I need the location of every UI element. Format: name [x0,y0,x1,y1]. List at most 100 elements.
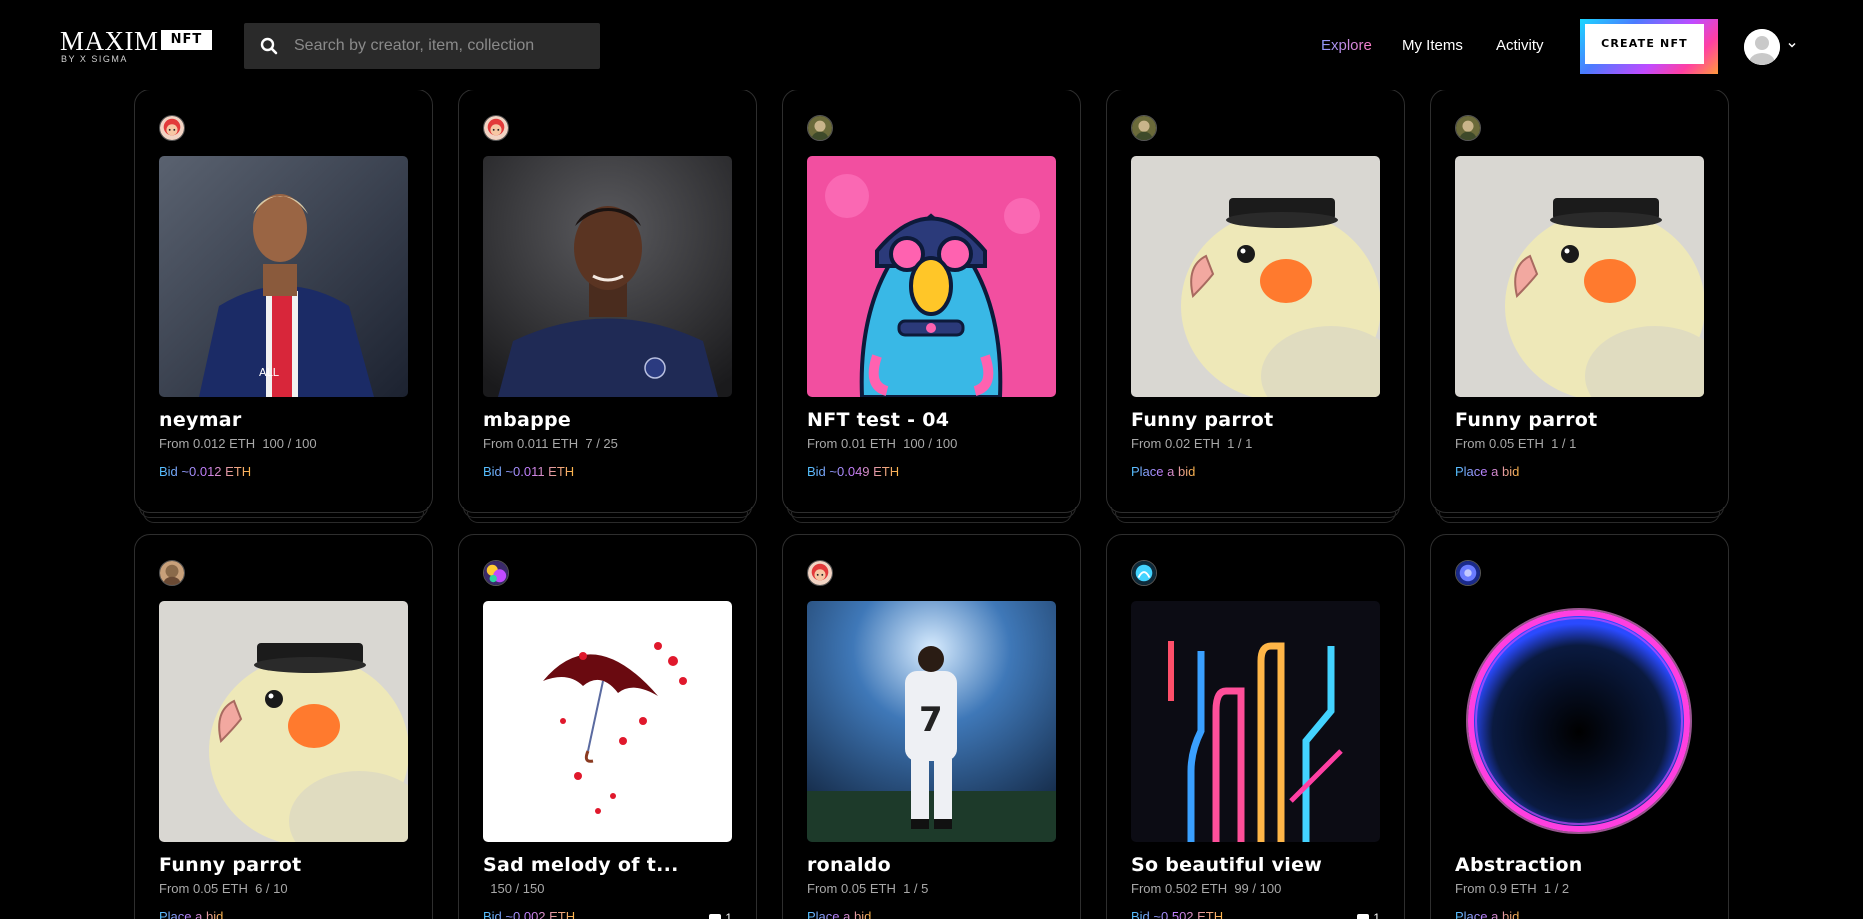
nft-title[interactable]: ronaldo [807,854,1059,876]
nft-title[interactable]: Abstraction [1455,854,1707,876]
nft-price-info: From 0.05 ETH 1 / 5 [807,881,928,896]
nft-editions: 7 / 25 [585,436,618,451]
nft-card[interactable]: Funny parrot From 0.05 ETH 1 / 1 Place a… [1430,89,1729,523]
like-counter[interactable]: 1 [709,911,732,919]
nft-editions: 100 / 100 [262,436,317,451]
nft-price-info: From 0.502 ETH 99 / 100 [1131,881,1281,896]
nft-editions: 1 / 1 [1227,436,1253,451]
logo-wordmark: MAXIM [60,26,159,56]
nft-editions: 99 / 100 [1234,881,1282,896]
creator-avatar[interactable] [483,115,509,141]
nft-title[interactable]: neymar [159,409,411,431]
like-count: 1 [1373,911,1380,919]
creator-avatar[interactable] [1131,115,1157,141]
nft-card[interactable]: So beautiful view From 0.502 ETH 99 / 10… [1106,534,1405,919]
create-nft-button-frame: CREATE NFT [1580,19,1718,74]
nft-editions: 1 / 1 [1551,436,1577,451]
nft-title[interactable]: mbappe [483,409,735,431]
nft-image-neon-circle[interactable] [1455,601,1704,842]
search-icon [260,37,278,55]
nft-card[interactable]: 7 ronaldo From 0.05 ETH 1 / 5 Place a bi… [782,534,1081,919]
nft-card[interactable]: Sad melody of t... 150 / 150 Bid ~0.002 … [458,534,757,919]
nft-editions: 150 / 150 [490,881,545,896]
bid-link[interactable]: Bid ~0.502 ETH [1131,909,1223,919]
like-counter[interactable]: 1 [1357,911,1380,919]
nft-title[interactable]: Funny parrot [1455,409,1707,431]
svg-text:ALL: ALL [259,366,280,379]
nft-image-mbappe[interactable] [483,156,732,397]
create-nft-button[interactable]: CREATE NFT [1585,24,1704,64]
place-bid-link[interactable]: Place a bid [159,909,223,919]
nft-editions: 100 / 100 [903,436,958,451]
bid-link[interactable]: Bid ~0.002 ETH [483,909,575,919]
place-bid-link[interactable]: Place a bid [1455,909,1519,919]
nft-price-info: From 0.012 ETH 100 / 100 [159,436,317,451]
creator-avatar[interactable] [807,115,833,141]
nft-price-info: From 0.01 ETH 100 / 100 [807,436,957,451]
nft-title[interactable]: Funny parrot [159,854,411,876]
logo-nft-badge: NFT [161,30,212,50]
nft-image-cartoon-bird[interactable] [807,156,1056,397]
nft-card[interactable]: mbappe From 0.011 ETH 7 / 25 Bid ~0.011 … [458,89,757,523]
user-avatar-button[interactable] [1744,29,1780,65]
svg-text:7: 7 [919,700,943,740]
nft-editions: 1 / 5 [903,881,929,896]
bid-link[interactable]: Bid ~0.012 ETH [159,464,251,479]
nft-price: From 0.05 ETH [159,881,248,896]
place-bid-link[interactable]: Place a bid [807,909,871,919]
nft-image-parrot[interactable] [159,601,408,842]
nft-price-info: 150 / 150 [483,881,544,896]
bid-link[interactable]: Bid ~0.049 ETH [807,464,899,479]
nft-price: From 0.9 ETH [1455,881,1537,896]
creator-avatar[interactable] [807,560,833,586]
top-header: MAXIM NFT BY X SIGMA Explore My Items Ac… [0,0,1863,90]
nft-title[interactable]: So beautiful view [1131,854,1383,876]
creator-avatar[interactable] [1131,560,1157,586]
nft-image-parrot[interactable] [1455,156,1704,397]
like-count: 1 [725,911,732,919]
nft-price: From 0.011 ETH [483,436,579,451]
nft-image-parrot[interactable] [1131,156,1380,397]
nft-card[interactable]: Funny parrot From 0.02 ETH 1 / 1 Place a… [1106,89,1405,523]
search-bar [244,23,600,69]
nft-card[interactable]: Abstraction From 0.9 ETH 1 / 2 Place a b… [1430,534,1729,919]
creator-avatar[interactable] [159,560,185,586]
nft-price: From 0.502 ETH [1131,881,1228,896]
nft-price-info: From 0.9 ETH 1 / 2 [1455,881,1569,896]
place-bid-link[interactable]: Place a bid [1455,464,1519,479]
nft-image-umbrella[interactable] [483,601,732,842]
chevron-down-icon[interactable] [1787,40,1797,50]
nft-card[interactable]: ALL neymar From 0.012 ETH 100 / 100 Bid … [134,89,433,523]
nft-price-info: From 0.011 ETH 7 / 25 [483,436,618,451]
nft-image-neon-lines[interactable] [1131,601,1380,842]
user-avatar-icon [1744,29,1780,65]
nft-price: From 0.01 ETH [807,436,896,451]
comment-icon [709,913,722,919]
comment-icon [1357,913,1370,919]
search-input[interactable] [294,23,590,69]
place-bid-link[interactable]: Place a bid [1131,464,1195,479]
nft-title[interactable]: Funny parrot [1131,409,1383,431]
nft-image-ronaldo[interactable]: 7 [807,601,1056,842]
nft-price-info: From 0.05 ETH 1 / 1 [1455,436,1576,451]
creator-avatar[interactable] [483,560,509,586]
nft-card[interactable]: Funny parrot From 0.05 ETH 6 / 10 Place … [134,534,433,919]
nft-editions: 6 / 10 [255,881,288,896]
maxim-nft-logo[interactable]: MAXIM NFT BY X SIGMA [60,26,220,66]
creator-avatar[interactable] [1455,115,1481,141]
creator-avatar[interactable] [1455,560,1481,586]
nav-activity-link[interactable]: Activity [1496,37,1544,54]
nav-my-items-link[interactable]: My Items [1402,37,1463,54]
nft-price-info: From 0.02 ETH 1 / 1 [1131,436,1252,451]
nav-explore-link[interactable]: Explore [1321,37,1372,54]
logo-subtitle: BY X SIGMA [61,54,128,64]
nft-price: From 0.05 ETH [1455,436,1544,451]
creator-avatar[interactable] [159,115,185,141]
nft-price: From 0.05 ETH [807,881,896,896]
nft-title[interactable]: NFT test - 04 [807,409,1059,431]
nft-title[interactable]: Sad melody of t... [483,854,735,876]
bid-link[interactable]: Bid ~0.011 ETH [483,464,574,479]
nft-image-neymar[interactable]: ALL [159,156,408,397]
nft-card[interactable]: NFT test - 04 From 0.01 ETH 100 / 100 Bi… [782,89,1081,523]
nft-editions: 1 / 2 [1543,881,1570,896]
